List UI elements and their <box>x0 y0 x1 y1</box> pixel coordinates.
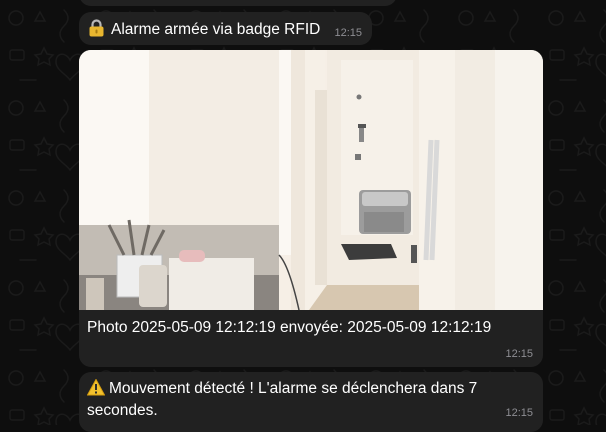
message-text-content: Mouvement détecté ! L'alarme se déclench… <box>87 380 478 419</box>
message-bubble-motion-detected[interactable]: Mouvement détecté ! L'alarme se déclench… <box>79 372 543 432</box>
message-text: Alarme armée via badge RFID <box>88 19 320 39</box>
camera-photo[interactable] <box>79 50 543 310</box>
lock-icon <box>89 19 104 37</box>
message-timestamp: 12:15 <box>505 407 533 419</box>
message-bubble-alarm-armed[interactable]: Alarme armée via badge RFID 12:15 <box>79 12 372 45</box>
message-text-content: Alarme armée via badge RFID <box>111 21 321 38</box>
message-timestamp: 12:15 <box>334 27 362 39</box>
message-text: Mouvement détecté ! L'alarme se déclench… <box>87 378 497 422</box>
message-bubble-photo[interactable]: Photo 2025-05-09 12:12:19 envoyée: 2025-… <box>79 50 543 367</box>
warning-icon <box>87 379 105 396</box>
message-timestamp: 12:15 <box>505 348 533 360</box>
previous-message-bubble <box>79 0 397 6</box>
photo-caption: Photo 2025-05-09 12:12:19 envoyée: 2025-… <box>87 319 492 336</box>
